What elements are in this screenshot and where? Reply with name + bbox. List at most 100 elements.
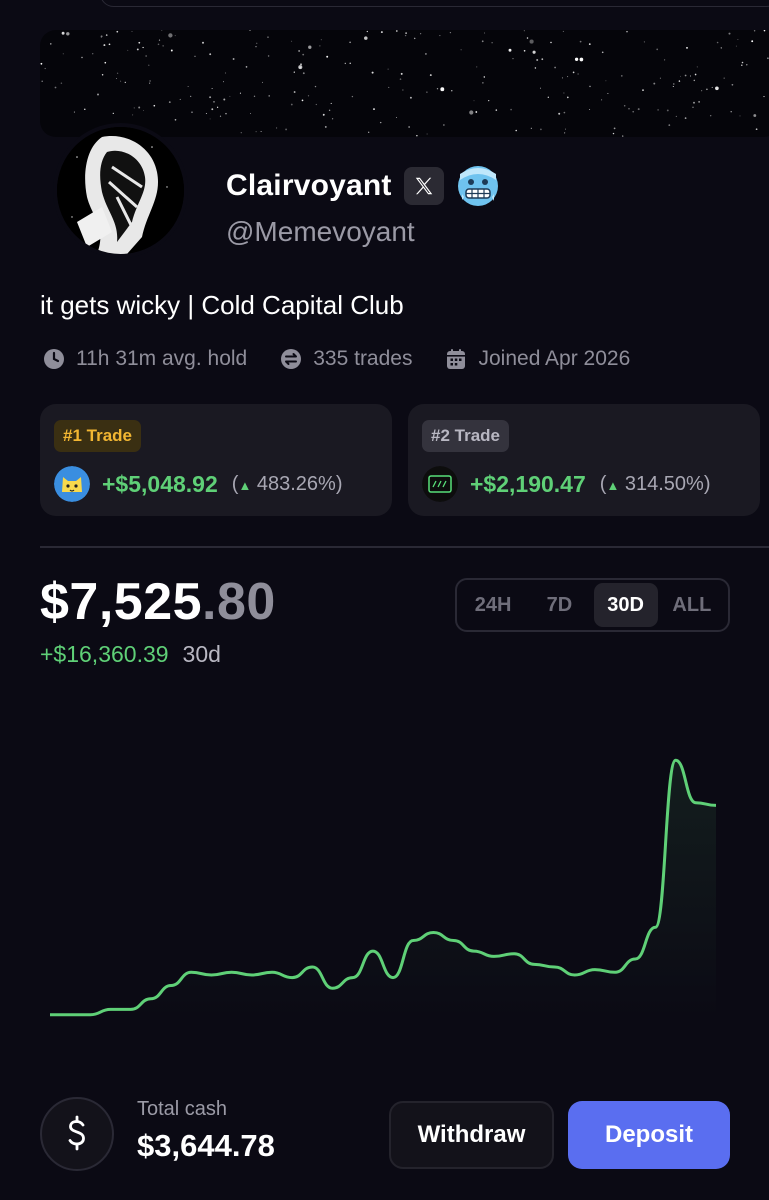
star <box>108 43 111 46</box>
portfolio-chart[interactable] <box>40 700 730 1070</box>
star <box>443 124 445 126</box>
star <box>515 129 517 132</box>
star <box>368 131 370 133</box>
time-range-selector: 24H 7D 30D ALL <box>455 578 730 632</box>
star <box>741 64 743 67</box>
star <box>426 91 428 93</box>
star <box>763 96 765 98</box>
profile-bio: it gets wicky | Cold Capital Club <box>40 290 404 320</box>
star <box>436 88 439 90</box>
portfolio-value: $7,525.80 <box>40 572 276 632</box>
star <box>232 58 235 60</box>
portfolio-change-value: +$16,360.39 <box>40 641 169 667</box>
star <box>131 31 133 33</box>
star <box>678 80 681 82</box>
star <box>607 92 609 95</box>
star <box>510 108 512 111</box>
star <box>224 72 227 74</box>
star <box>267 36 269 38</box>
star <box>84 108 86 111</box>
chart-area-fill <box>50 760 716 1020</box>
stat-label: Joined Apr 2026 <box>478 347 631 370</box>
star <box>290 103 293 106</box>
star <box>626 31 628 33</box>
profile-name-row: Clairvoyant <box>226 166 500 206</box>
star <box>298 65 303 70</box>
star <box>149 80 151 82</box>
star <box>530 127 532 129</box>
star <box>293 91 296 93</box>
star <box>689 75 691 77</box>
star <box>735 45 737 47</box>
star <box>81 56 83 59</box>
star <box>380 121 382 124</box>
star <box>550 41 552 44</box>
star <box>701 90 703 92</box>
star <box>161 30 163 31</box>
star <box>319 45 321 47</box>
search-bar[interactable] <box>100 0 769 7</box>
star <box>416 135 418 137</box>
star <box>572 71 575 74</box>
star <box>512 58 514 60</box>
star <box>211 88 213 89</box>
star <box>579 57 584 62</box>
star <box>50 43 52 45</box>
star <box>213 101 215 103</box>
trade-percent: (▲ 314.50%) <box>600 473 711 496</box>
range-tab-7d[interactable]: 7D <box>527 583 591 627</box>
star <box>255 46 257 48</box>
star <box>684 117 687 119</box>
star <box>623 104 626 107</box>
top-trade-card-1[interactable]: #1 Trade +$5,048.92 (▲ 483.26%) <box>40 404 392 516</box>
star <box>170 49 173 52</box>
star <box>439 35 441 37</box>
star <box>696 66 698 68</box>
deposit-button[interactable]: Deposit <box>568 1101 730 1169</box>
star <box>250 113 251 115</box>
range-tab-24h[interactable]: 24H <box>461 583 525 627</box>
star <box>715 86 719 91</box>
top-trade-card-2[interactable]: #2 Trade +$2,190.47 (▲ 314.50%) <box>408 404 760 516</box>
profile-handle[interactable]: @Memevoyant <box>226 216 415 248</box>
star <box>149 82 151 84</box>
star <box>737 39 739 41</box>
star <box>632 110 635 113</box>
portfolio-change: +$16,360.39 30d <box>40 641 221 668</box>
star <box>324 125 327 128</box>
x-logo-icon[interactable] <box>403 167 444 205</box>
star <box>162 45 164 47</box>
star <box>219 115 222 117</box>
star <box>124 81 127 84</box>
withdraw-button[interactable]: Withdraw <box>389 1101 554 1169</box>
trade-percent-value: 314.50%) <box>624 472 711 495</box>
star <box>698 101 700 103</box>
trade-percent-value: 483.26%) <box>256 472 343 495</box>
star <box>653 82 656 85</box>
star <box>579 40 582 43</box>
star <box>153 104 156 107</box>
star <box>168 101 171 103</box>
total-cash-label: Total cash <box>137 1098 228 1120</box>
star <box>62 53 64 55</box>
star <box>260 131 262 132</box>
star <box>148 64 150 66</box>
range-tab-all[interactable]: ALL <box>660 583 724 627</box>
range-tab-30d[interactable]: 30D <box>593 583 658 627</box>
star <box>532 50 536 54</box>
star <box>190 95 192 97</box>
stat-label: 11h 31m avg. hold <box>76 347 248 370</box>
star <box>158 39 161 41</box>
star <box>41 80 43 83</box>
star <box>693 101 695 104</box>
star <box>601 51 604 54</box>
stat-trades: 335 trades <box>279 347 412 371</box>
star <box>267 55 270 57</box>
star <box>491 42 493 44</box>
star <box>320 39 322 41</box>
star <box>351 95 354 98</box>
star <box>138 41 141 44</box>
star <box>429 74 432 77</box>
star <box>112 112 114 115</box>
star <box>620 75 623 77</box>
